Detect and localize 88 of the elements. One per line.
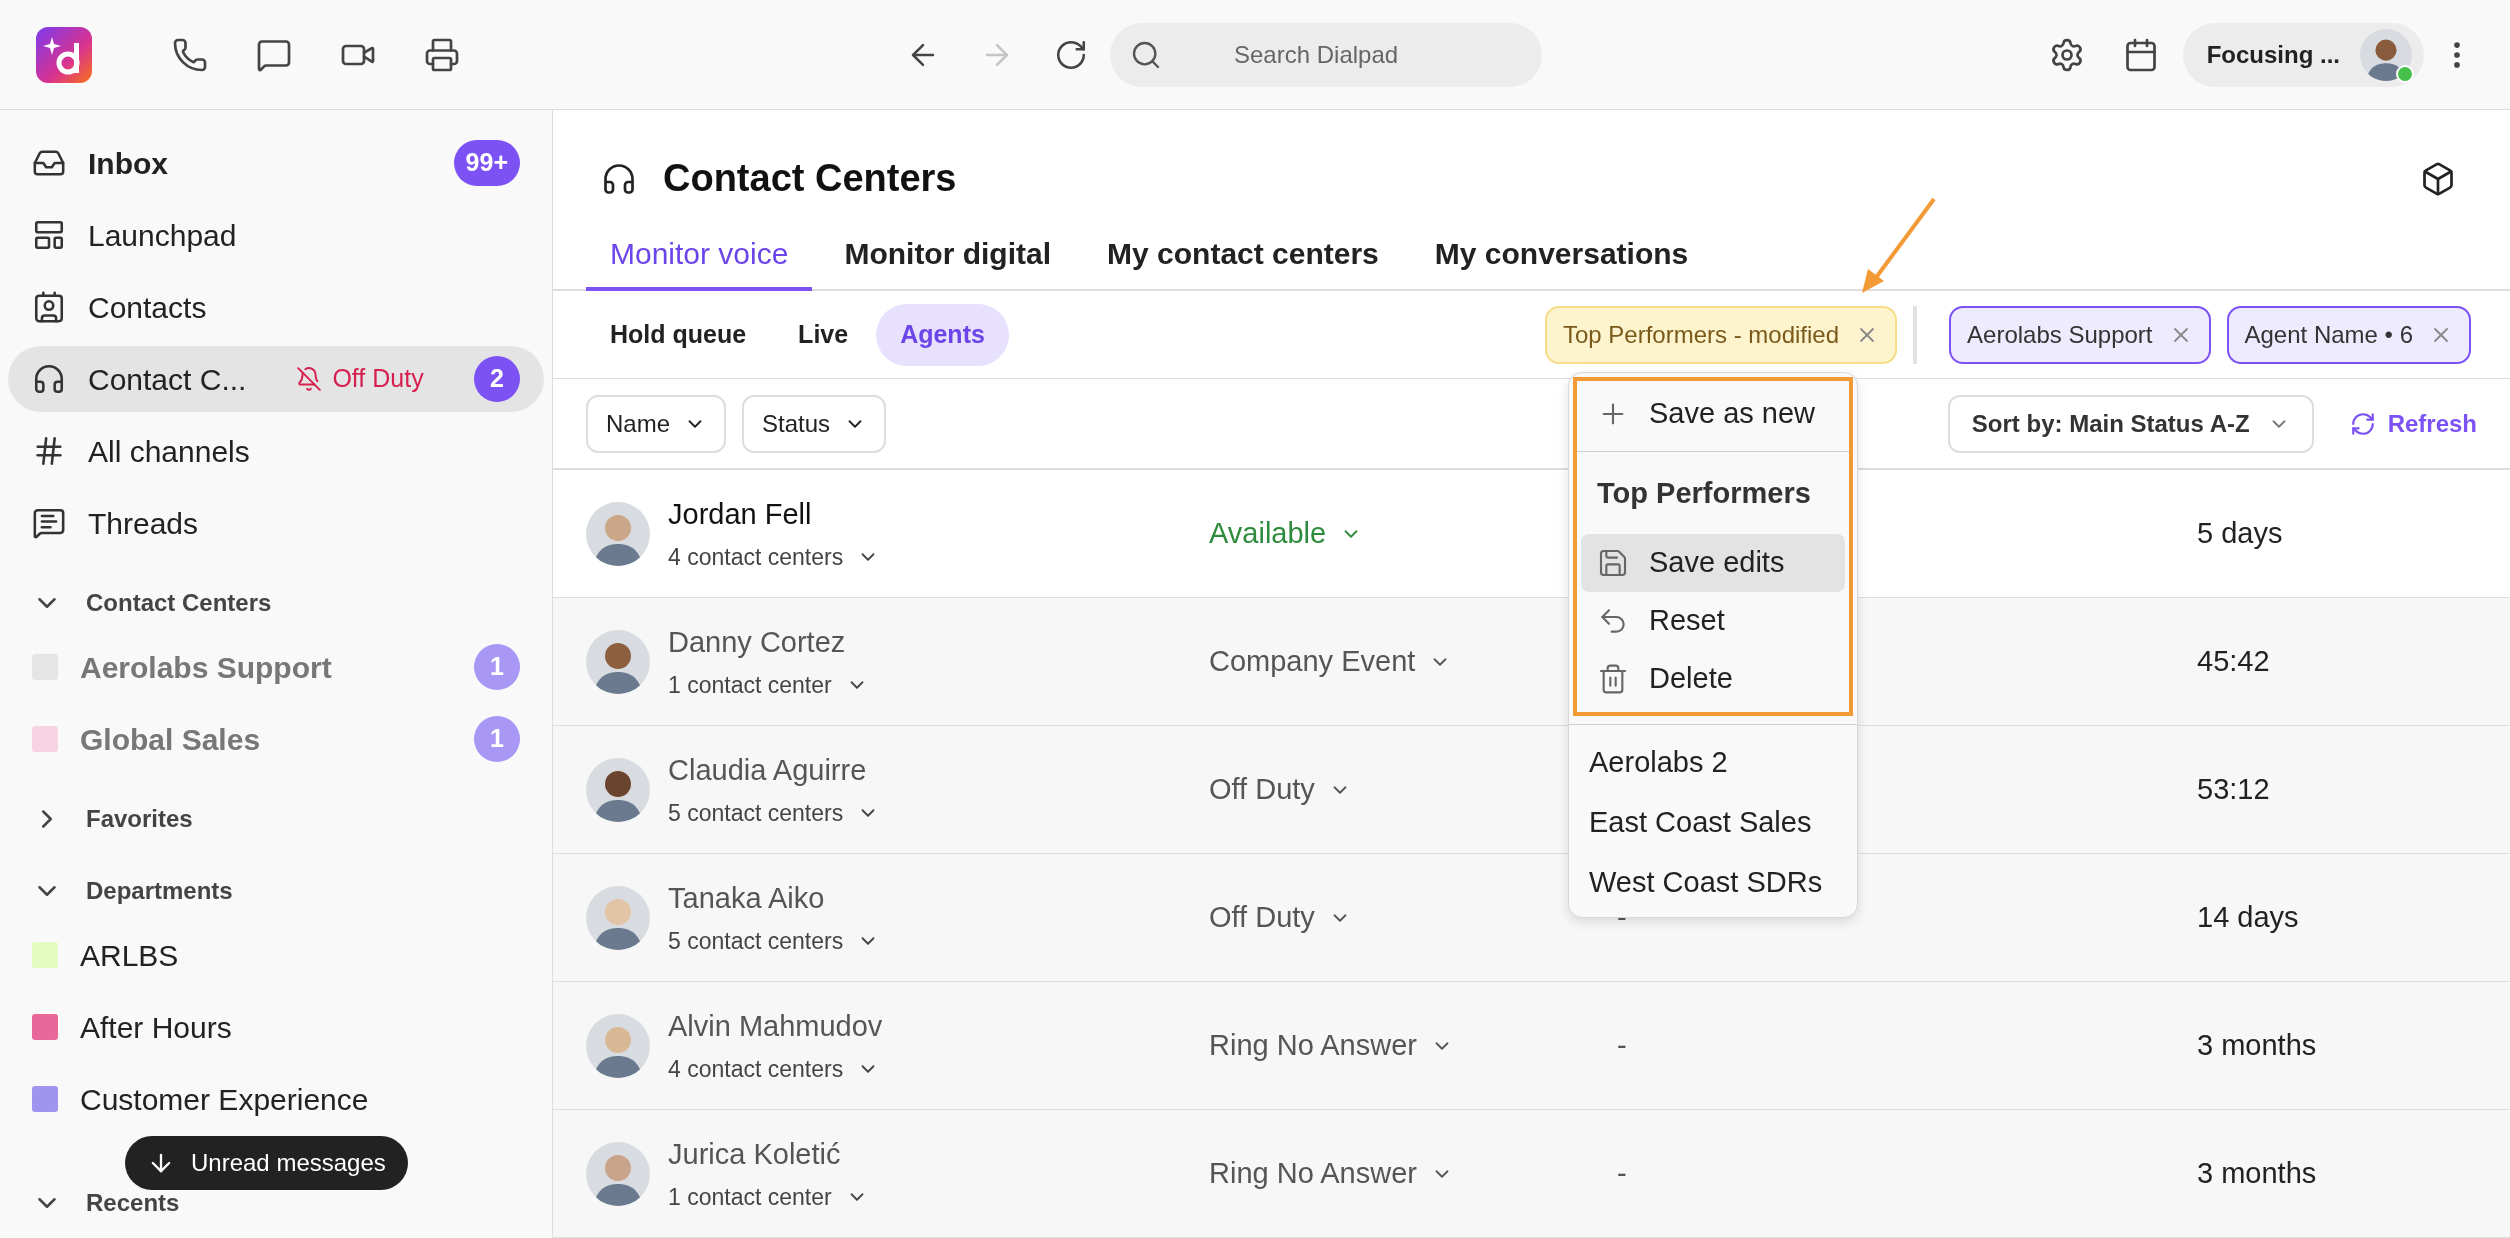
filter-chip[interactable]: Top Performers - modified xyxy=(1544,305,1898,364)
tab[interactable]: My contact centers xyxy=(1083,220,1403,291)
cube-icon[interactable] xyxy=(2420,160,2456,197)
sidebar-item[interactable]: Inbox 99+ xyxy=(8,130,544,196)
contact-centers-dropdown[interactable]: 5 contact centers xyxy=(668,796,880,831)
tab[interactable]: Monitor digital xyxy=(820,220,1076,291)
filter-chip[interactable]: Agent Name • 6 xyxy=(2226,305,2471,364)
unread-messages-button[interactable]: Unread messages xyxy=(125,1136,408,1190)
table-cell: 5 days xyxy=(2197,516,2283,549)
search-field[interactable]: Search Dialpad xyxy=(1110,22,1542,87)
table-cell: 3 months xyxy=(2197,1156,2317,1189)
sidebar-item[interactable]: Launchpad xyxy=(8,202,544,268)
count-badge: 99+ xyxy=(453,140,520,186)
item-label: Threads xyxy=(88,505,199,542)
sidebar-item[interactable]: After Hours xyxy=(8,994,544,1060)
printer-icon[interactable] xyxy=(424,36,460,73)
sidebar-item[interactable]: Customer Experience xyxy=(8,1066,544,1132)
sidebar-item[interactable]: Threads xyxy=(8,490,544,556)
item-label: Inbox xyxy=(88,145,168,182)
duty-status: Off Duty xyxy=(332,363,424,395)
agent-row[interactable]: Alvin Mahmudov 4 contact centers Ring No Answer - 3 months xyxy=(553,982,2510,1110)
count-badge: 2 xyxy=(474,356,520,402)
muted-bell-icon xyxy=(296,366,323,392)
agent-status-dropdown[interactable]: Off Duty xyxy=(1209,895,1351,940)
agent-name: Jordan Fell xyxy=(668,496,813,532)
menu-item[interactable]: East Coast Sales xyxy=(1573,792,1853,853)
sidebar-item[interactable]: Contacts xyxy=(8,274,544,340)
item-label: All channels xyxy=(88,433,250,470)
page-title: Contact Centers xyxy=(663,156,957,202)
app-logo[interactable] xyxy=(36,26,92,83)
sidebar-item[interactable]: Aerolabs Support 1 xyxy=(8,634,544,700)
count-badge: 1 xyxy=(474,644,520,690)
table-cell: 14 days xyxy=(2197,900,2299,933)
table-cell: 53:12 xyxy=(2197,772,2270,805)
contact-card-icon xyxy=(32,290,66,324)
message-icon xyxy=(32,506,66,540)
agent-name: Jurica Koletić xyxy=(668,1136,842,1172)
count-badge: 1 xyxy=(474,716,520,762)
sidebar-item[interactable]: Contact C... Off Duty 2 xyxy=(8,346,544,412)
menu-item[interactable]: Save edits xyxy=(1581,533,1845,592)
agent-status-dropdown[interactable]: Ring No Answer xyxy=(1209,1023,1453,1068)
status-button[interactable]: Focusing ... xyxy=(2182,22,2424,87)
agent-status-dropdown[interactable]: Available xyxy=(1209,511,1363,556)
section-header[interactable]: Favorites xyxy=(8,794,544,844)
agent-status-dropdown[interactable]: Off Duty xyxy=(1209,767,1351,812)
sort-dropdown[interactable]: Sort by: Main Status A-Z xyxy=(1947,394,2314,453)
tab[interactable]: Monitor voice xyxy=(586,220,813,291)
section-header[interactable]: Departments xyxy=(8,866,544,916)
refresh-icon xyxy=(2349,410,2376,437)
table-cell: - xyxy=(1617,1028,1627,1061)
agent-name: Tanaka Aiko xyxy=(668,880,826,916)
filter-dropdown[interactable]: Name xyxy=(586,394,727,453)
agent-name: Danny Cortez xyxy=(668,624,847,660)
refresh-button[interactable]: Refresh xyxy=(2349,405,2477,442)
contact-centers-dropdown[interactable]: 5 contact centers xyxy=(668,924,880,959)
contact-centers-dropdown[interactable]: 1 contact center xyxy=(668,1180,868,1215)
filter-chip[interactable]: Aerolabs Support xyxy=(1949,305,2211,364)
tab[interactable]: My conversations xyxy=(1410,220,1713,291)
sub-tab[interactable]: Agents xyxy=(876,303,1009,366)
layout-icon xyxy=(32,218,66,252)
headphones-icon xyxy=(32,362,66,396)
filter-dropdown[interactable]: Status xyxy=(742,394,887,453)
menu-item[interactable]: Save as new xyxy=(1581,385,1845,443)
sidebar-item[interactable]: Global Sales 1 xyxy=(8,706,544,772)
sidebar-item[interactable]: ARLBS xyxy=(8,922,544,988)
contact-centers-dropdown[interactable]: 1 contact center xyxy=(668,668,868,703)
contact-centers-dropdown[interactable]: 4 contact centers xyxy=(668,1052,883,1087)
item-label: Contact C... xyxy=(88,361,247,398)
trash-icon xyxy=(1597,662,1629,695)
contact-centers-dropdown[interactable]: 4 contact centers xyxy=(668,540,880,575)
sub-tab[interactable]: Hold queue xyxy=(586,303,771,366)
agent-name: Alvin Mahmudov xyxy=(668,1008,883,1044)
agent-row[interactable]: Jurica Koletić 1 contact center Ring No Answer - 3 months xyxy=(553,1110,2510,1238)
item-label: Contacts xyxy=(88,289,207,326)
sub-tab[interactable]: Live xyxy=(774,303,873,366)
item-label: Launchpad xyxy=(88,217,237,254)
menu-item[interactable]: Aerolabs 2 xyxy=(1573,732,1853,793)
agent-name: Claudia Aguirre xyxy=(668,752,868,788)
agent-status-dropdown[interactable]: Ring No Answer xyxy=(1209,1151,1453,1196)
table-cell: 3 months xyxy=(2197,1028,2317,1061)
agent-status-dropdown[interactable]: Company Event xyxy=(1209,639,1452,684)
sidebar-item[interactable]: All channels xyxy=(8,418,544,484)
phone-icon[interactable] xyxy=(172,36,208,73)
menu-item[interactable]: Delete xyxy=(1581,649,1845,708)
section-header[interactable]: Contact Centers xyxy=(8,578,544,628)
table-cell: - xyxy=(1617,1156,1627,1189)
menu-heading: Top Performers xyxy=(1597,477,1811,509)
table-cell: 45:42 xyxy=(2197,644,2270,677)
